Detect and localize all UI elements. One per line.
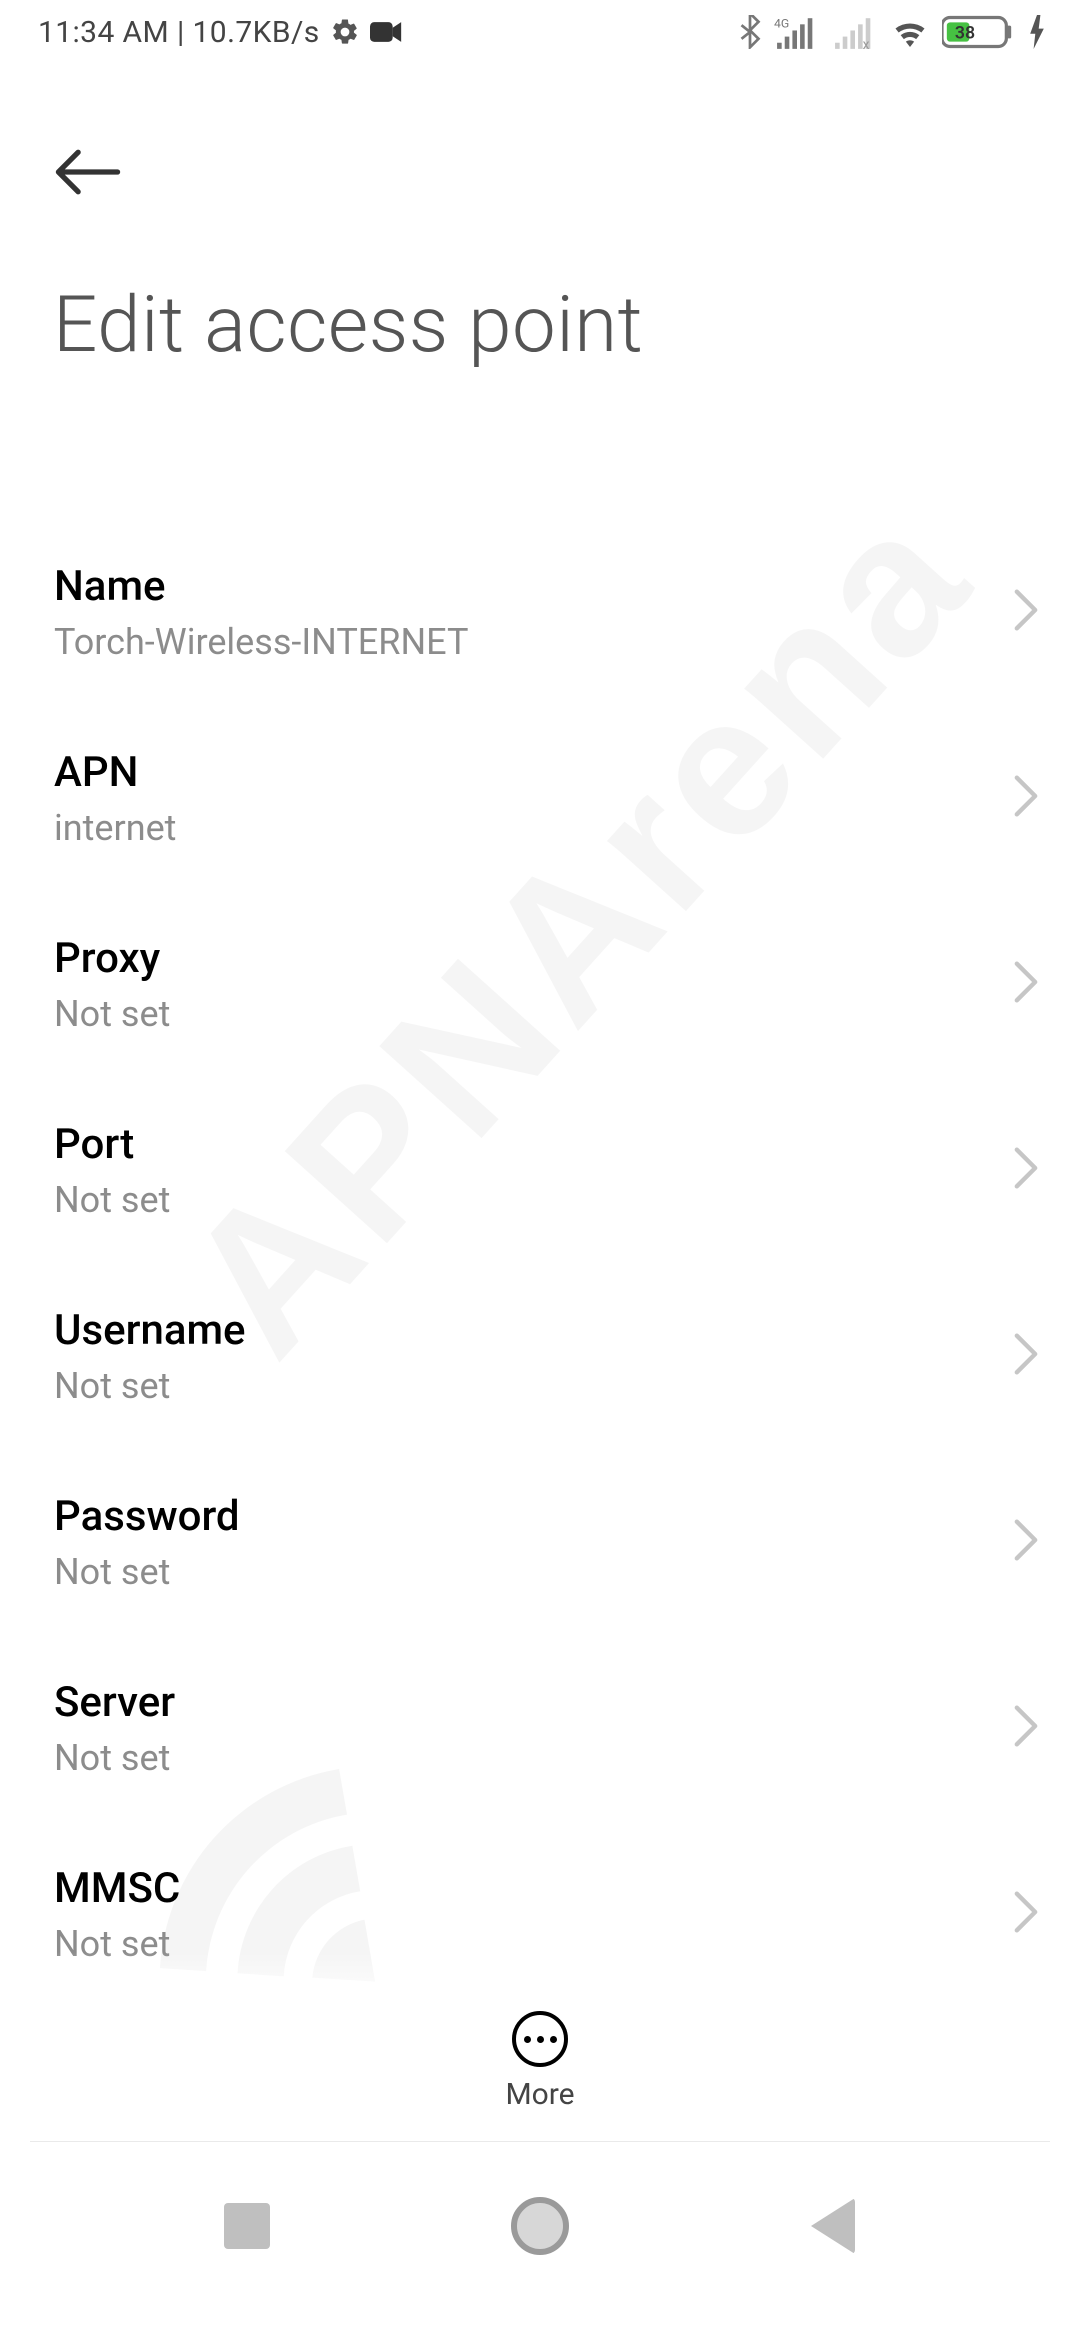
back-button[interactable]	[52, 136, 124, 208]
row-label: Server	[54, 1678, 1000, 1727]
row-value: Not set	[54, 993, 1000, 1035]
row-value: Not set	[54, 1551, 1000, 1593]
row-label: Port	[54, 1120, 1000, 1169]
chevron-right-icon	[1012, 960, 1040, 1008]
square-icon	[224, 2203, 270, 2249]
row-username[interactable]: Username Not set	[0, 1263, 1080, 1449]
more-label: More	[505, 2077, 574, 2112]
navigation-bar	[0, 2142, 1080, 2340]
chevron-right-icon	[1012, 1146, 1040, 1194]
row-port[interactable]: Port Not set	[0, 1077, 1080, 1263]
more-bar: More	[0, 1952, 1080, 2142]
chevron-right-icon	[1012, 1890, 1040, 1938]
row-apn[interactable]: APN internet	[0, 705, 1080, 891]
signal-nosim-icon: x	[832, 15, 878, 49]
more-button[interactable]	[512, 2011, 568, 2067]
row-server[interactable]: Server Not set	[0, 1635, 1080, 1821]
triangle-left-icon	[811, 2198, 855, 2254]
status-bar: 11:34 AM | 10.7KB/s 4G x 38	[0, 0, 1080, 64]
row-password[interactable]: Password Not set	[0, 1449, 1080, 1635]
settings-list: Name Torch-Wireless-INTERNET APN interne…	[0, 519, 1080, 2142]
chevron-right-icon	[1012, 588, 1040, 636]
wifi-icon	[890, 16, 930, 48]
row-label: MMSC	[54, 1864, 1000, 1913]
status-time: 11:34 AM | 10.7KB/s	[38, 15, 320, 50]
svg-text:38: 38	[955, 23, 975, 43]
row-value: Not set	[54, 1365, 1000, 1407]
chevron-right-icon	[1012, 1704, 1040, 1752]
charging-icon	[1028, 15, 1046, 49]
arrow-left-icon	[55, 149, 121, 195]
camera-icon	[370, 19, 404, 45]
app-body: APNArena Edit access point Name Torch-Wi…	[0, 64, 1080, 2142]
svg-text:x: x	[863, 37, 870, 49]
bluetooth-icon	[738, 15, 762, 49]
row-name[interactable]: Name Torch-Wireless-INTERNET	[0, 519, 1080, 705]
row-label: Password	[54, 1492, 1000, 1541]
nav-home-button[interactable]	[480, 2197, 600, 2255]
row-value: Not set	[54, 1179, 1000, 1221]
nav-recents-button[interactable]	[187, 2203, 307, 2249]
status-right: 4G x 38	[738, 15, 1046, 49]
row-value: internet	[54, 807, 1000, 849]
battery-icon: 38	[942, 15, 1016, 49]
row-label: Username	[54, 1306, 1000, 1355]
chevron-right-icon	[1012, 1518, 1040, 1566]
chevron-right-icon	[1012, 774, 1040, 822]
circle-icon	[511, 2197, 569, 2255]
status-left: 11:34 AM | 10.7KB/s	[38, 15, 404, 50]
svg-text:4G: 4G	[774, 16, 789, 30]
gear-icon	[330, 17, 360, 47]
nav-back-button[interactable]	[773, 2198, 893, 2254]
row-value: Torch-Wireless-INTERNET	[54, 621, 1000, 663]
chevron-right-icon	[1012, 1332, 1040, 1380]
row-label: APN	[54, 748, 1000, 797]
signal-4g-icon: 4G	[774, 15, 820, 49]
row-proxy[interactable]: Proxy Not set	[0, 891, 1080, 1077]
row-label: Proxy	[54, 934, 1000, 983]
row-value: Not set	[54, 1737, 1000, 1779]
page-title: Edit access point	[53, 280, 643, 371]
row-label: Name	[54, 562, 1000, 611]
